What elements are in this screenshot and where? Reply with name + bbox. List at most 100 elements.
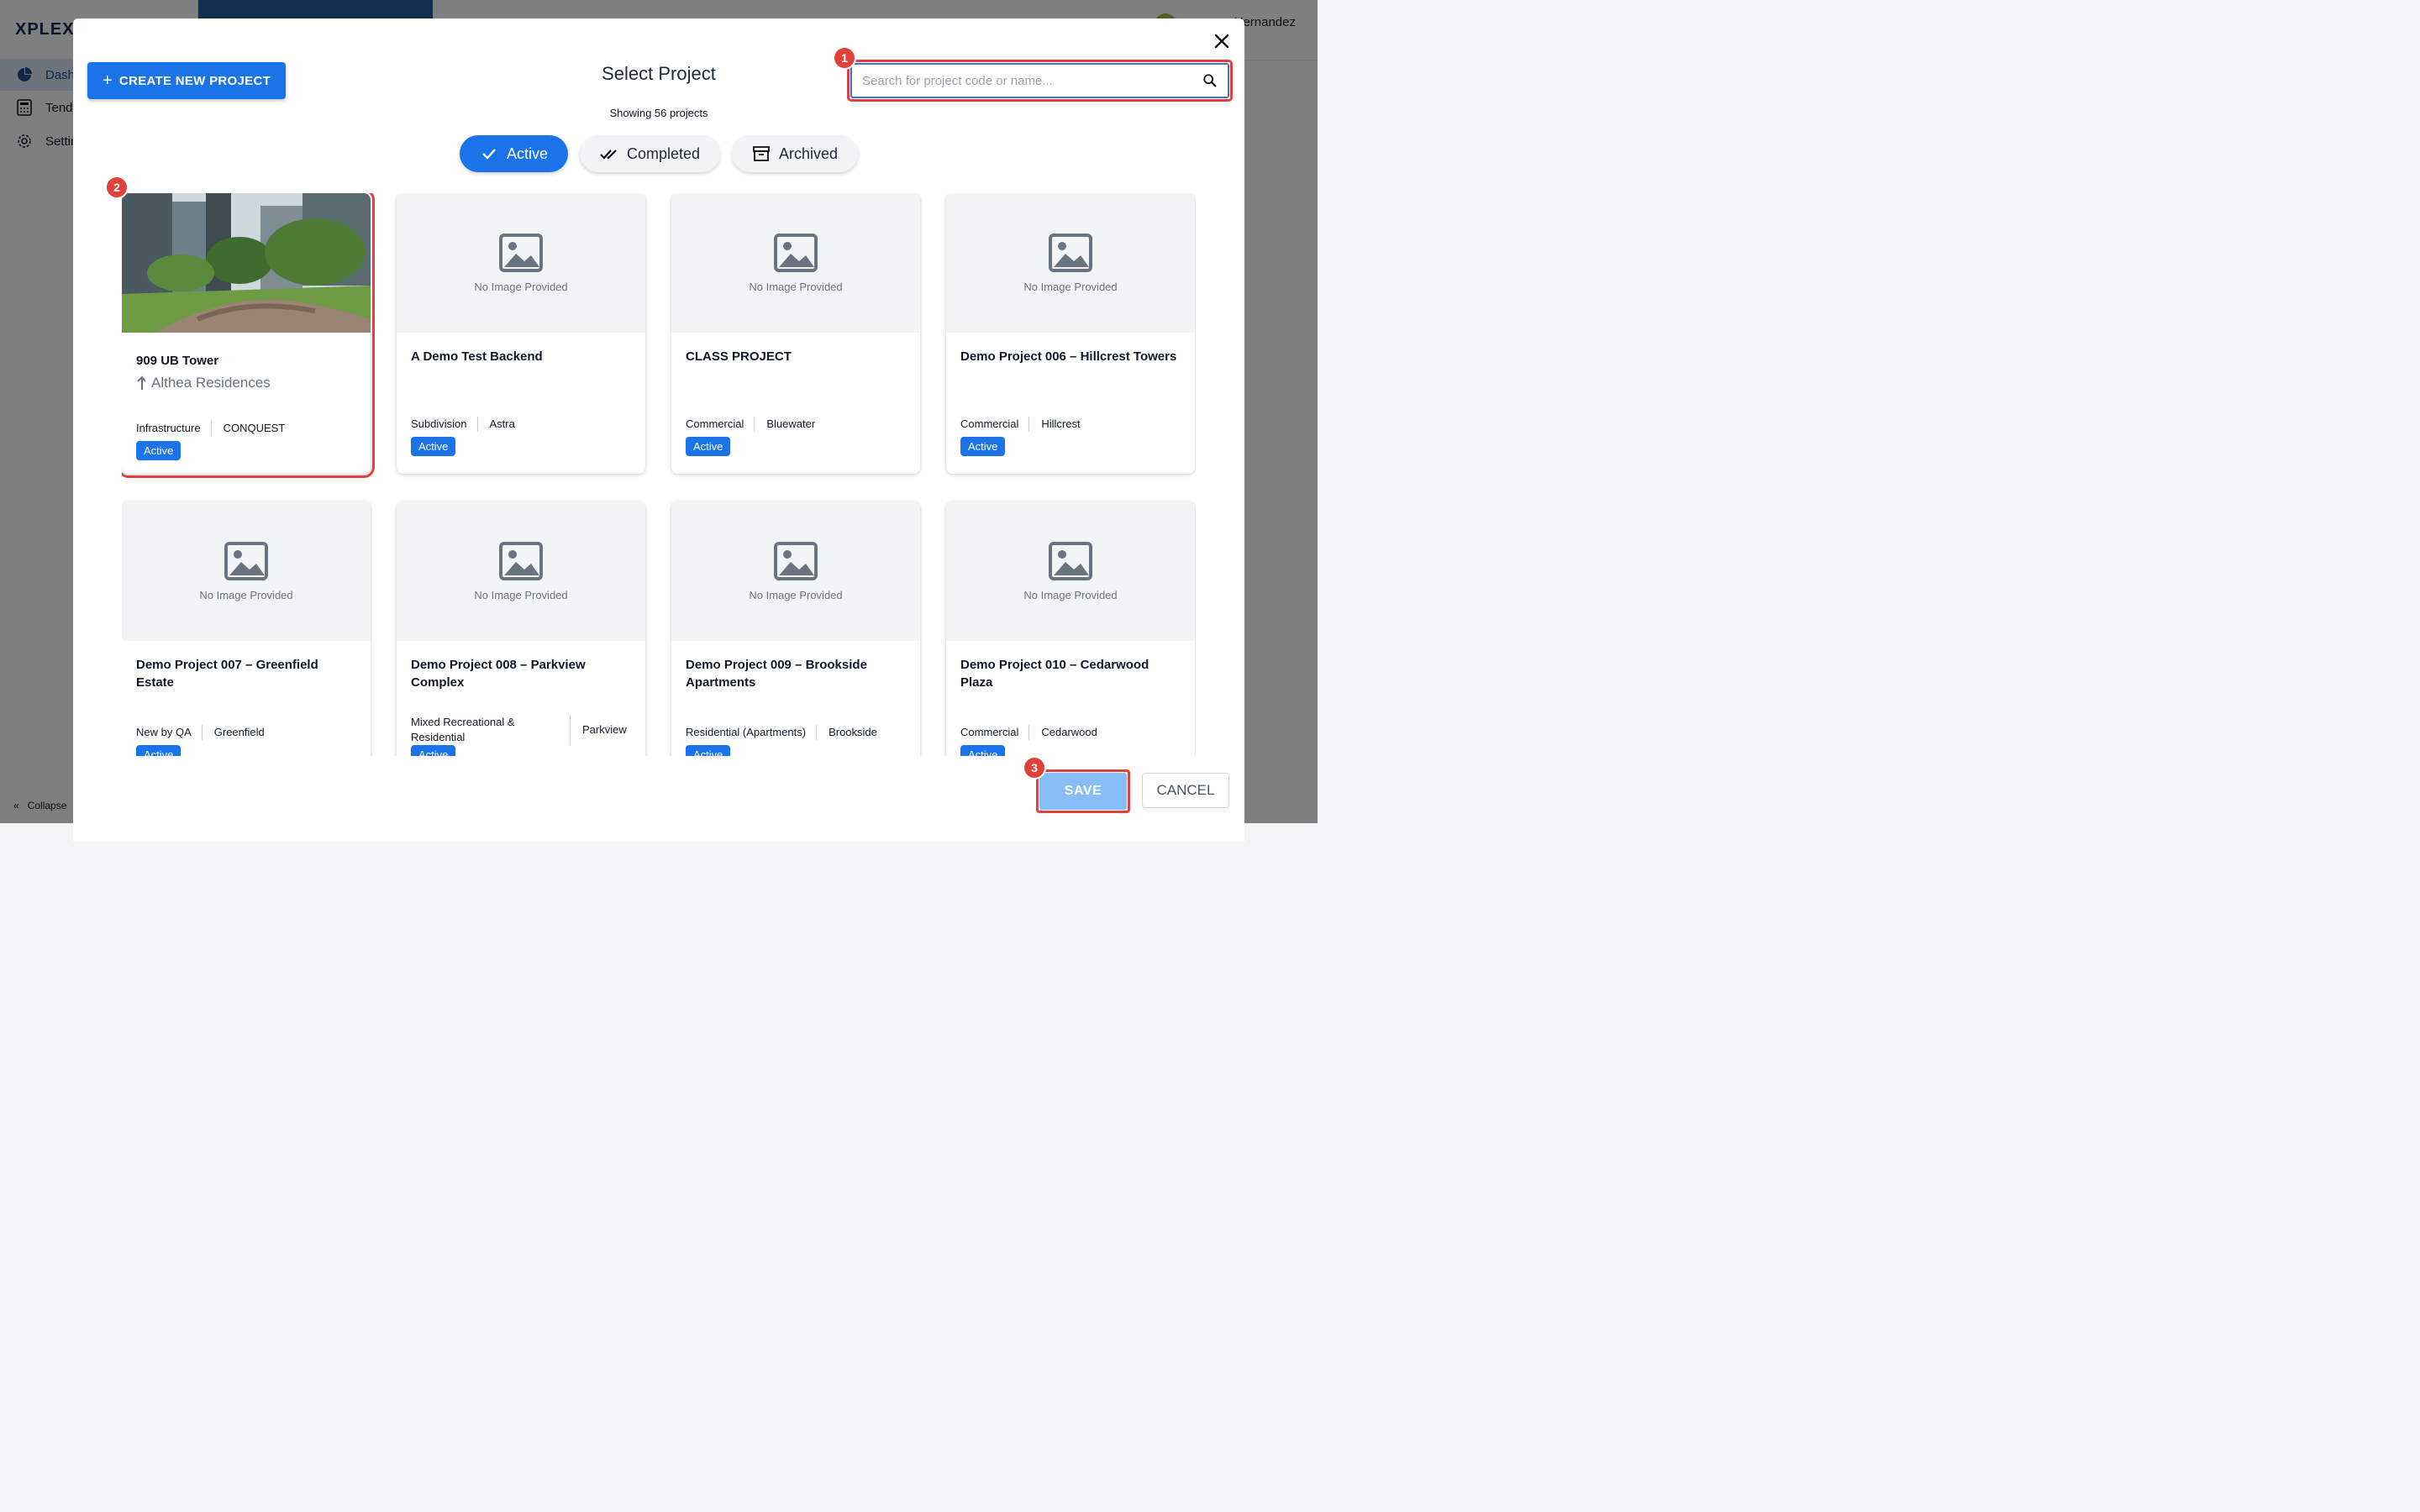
tab-active[interactable]: Active: [459, 135, 568, 172]
select-project-modal: + CREATE NEW PROJECT Select Project Show…: [73, 18, 1244, 842]
save-button[interactable]: SAVE: [1039, 773, 1127, 810]
status-badge: Active: [686, 437, 731, 456]
image-icon: [774, 541, 818, 580]
card-meta: Residential (Apartments) Brookside: [686, 725, 906, 740]
image-icon: [1049, 541, 1092, 580]
no-image-label: No Image Provided: [199, 588, 293, 601]
project-category: Mixed Recreational & Residential: [411, 715, 571, 745]
project-card[interactable]: 909 UB Tower Althea Residences Infrastru…: [122, 193, 375, 478]
search-icon[interactable]: [1202, 73, 1218, 88]
status-tabs: Active Completed Archived: [73, 135, 1244, 172]
tab-label: Archived: [779, 144, 839, 162]
project-name: Demo Project 006 – Hillcrest Towers: [960, 349, 1177, 364]
project-location: Astra: [489, 417, 515, 430]
tab-label: Active: [506, 144, 548, 162]
project-location: Cedarwood: [1041, 726, 1097, 738]
card-body: Demo Project 010 – Cedarwood Plaza Comme…: [946, 641, 1195, 756]
card-body: A Demo Test Backend Subdivision Astra Ac…: [397, 333, 645, 474]
image-placeholder: No Image Provided: [671, 193, 920, 333]
project-category: Subdivision: [411, 417, 478, 432]
parent-project: Althea Residences: [136, 375, 356, 391]
project-name: Demo Project 008 – Parkview Complex: [411, 658, 586, 690]
image-icon: [1049, 233, 1092, 272]
project-location: Parkview: [582, 723, 627, 736]
project-name: A Demo Test Backend: [411, 349, 543, 364]
annotation-badge: 3: [1023, 756, 1046, 780]
project-card[interactable]: No Image Provided Demo Project 008 – Par…: [397, 501, 645, 756]
project-name: 909 UB Tower: [136, 354, 219, 368]
project-name: Demo Project 010 – Cedarwood Plaza: [960, 658, 1150, 690]
status-badge: Active: [960, 437, 1006, 456]
annotation-badge: 1: [833, 46, 856, 70]
project-location: CONQUEST: [223, 422, 286, 434]
project-name: CLASS PROJECT: [686, 349, 792, 364]
cancel-button[interactable]: CANCEL: [1142, 773, 1229, 808]
no-image-label: No Image Provided: [474, 588, 568, 601]
card-meta: Commercial Bluewater: [686, 417, 906, 432]
project-name: Demo Project 007 – Greenfield Estate: [136, 658, 318, 690]
arrow-up-icon: [137, 375, 146, 390]
no-image-label: No Image Provided: [1023, 280, 1118, 293]
project-location: Greenfield: [213, 726, 265, 738]
card-body: CLASS PROJECT Commercial Bluewater Activ…: [671, 333, 920, 474]
close-button[interactable]: [1211, 30, 1233, 52]
image-icon: [224, 541, 268, 580]
card-meta: Infrastructure CONQUEST: [136, 421, 356, 436]
project-count: Showing 56 projects: [609, 107, 708, 119]
no-image-label: No Image Provided: [1023, 588, 1118, 601]
project-location: Bluewater: [766, 417, 816, 430]
card-meta: Commercial Cedarwood: [960, 725, 1181, 740]
double-check-icon: [600, 150, 617, 160]
card-meta: Commercial Hillcrest: [960, 417, 1181, 432]
status-badge: Active: [136, 745, 182, 756]
image-icon: [499, 541, 543, 580]
image-placeholder: No Image Provided: [122, 501, 371, 641]
project-category: Commercial: [960, 417, 1030, 432]
status-badge: Active: [136, 441, 182, 460]
project-card[interactable]: No Image Provided Demo Project 007 – Gre…: [122, 501, 371, 756]
image-icon: [499, 233, 543, 272]
status-badge: Active: [960, 745, 1006, 756]
annotation-badge: 2: [105, 176, 129, 199]
search-input[interactable]: [862, 73, 1202, 88]
project-card[interactable]: No Image Provided A Demo Test Backend Su…: [397, 193, 645, 474]
tab-archived[interactable]: Archived: [732, 135, 859, 172]
status-badge: Active: [686, 745, 731, 756]
card-body: Demo Project 008 – Parkview Complex Mixe…: [397, 641, 645, 756]
project-card[interactable]: No Image Provided CLASS PROJECT Commerci…: [671, 193, 920, 474]
image-placeholder: No Image Provided: [671, 501, 920, 641]
save-highlight: SAVE: [1036, 769, 1130, 813]
project-category: Commercial: [686, 417, 755, 432]
project-card[interactable]: No Image Provided Demo Project 009 – Bro…: [671, 501, 920, 756]
project-card[interactable]: No Image Provided Demo Project 010 – Ced…: [946, 501, 1195, 756]
card-meta: New by QA Greenfield: [136, 725, 356, 740]
no-image-label: No Image Provided: [474, 280, 568, 293]
project-location: Hillcrest: [1041, 417, 1081, 430]
no-image-label: No Image Provided: [749, 280, 843, 293]
status-badge: Active: [411, 437, 456, 456]
card-meta: Mixed Recreational & Residential Parkvie…: [411, 715, 631, 745]
tab-label: Completed: [626, 144, 701, 162]
image-placeholder: No Image Provided: [397, 501, 645, 641]
search-field: [850, 63, 1229, 98]
no-image-label: No Image Provided: [749, 588, 843, 601]
tab-completed[interactable]: Completed: [579, 135, 721, 172]
check-icon: [482, 149, 496, 160]
project-grid: 909 UB Tower Althea Residences Infrastru…: [122, 193, 1196, 756]
card-body: 909 UB Tower Althea Residences Infrastru…: [122, 337, 371, 474]
project-category: Infrastructure: [136, 421, 212, 436]
project-location: Brookside: [829, 726, 877, 738]
image-placeholder: No Image Provided: [946, 501, 1195, 641]
archive-icon: [753, 146, 770, 161]
image-placeholder: No Image Provided: [946, 193, 1195, 333]
project-category: New by QA: [136, 725, 203, 740]
search-box: [847, 60, 1233, 102]
image-icon: [774, 233, 818, 272]
project-card[interactable]: No Image Provided Demo Project 006 – Hil…: [946, 193, 1195, 474]
image-placeholder: No Image Provided: [397, 193, 645, 333]
project-category: Residential (Apartments): [686, 725, 818, 740]
close-icon: [1214, 34, 1229, 49]
parent-project-name: Althea Residences: [151, 375, 271, 391]
status-badge: Active: [411, 745, 456, 756]
card-body: Demo Project 006 – Hillcrest Towers Comm…: [946, 333, 1195, 474]
